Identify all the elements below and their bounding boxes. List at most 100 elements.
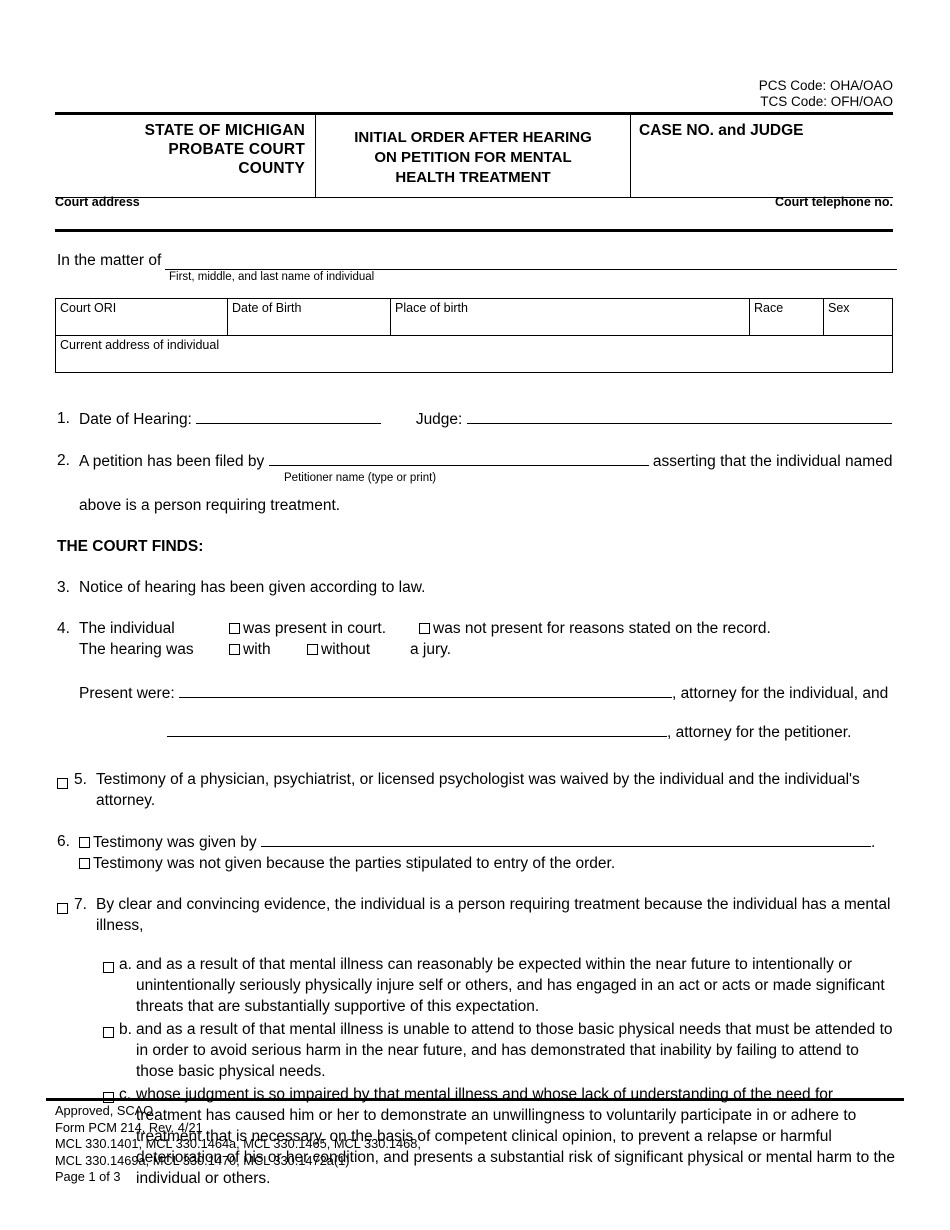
court-ori-cell[interactable]: Court ORI [56,299,228,336]
probate-court-label: PROBATE COURT [168,141,305,158]
checkbox-item-5[interactable] [57,778,68,789]
checkbox-was-not-present[interactable] [419,623,430,634]
footer-rule [46,1098,904,1101]
item-1: 1. Date of Hearing: Judge: [57,408,897,430]
place-of-birth-cell[interactable]: Place of birth [391,299,750,336]
date-of-birth-cell[interactable]: Date of Birth [228,299,391,336]
county-label: COUNTY [238,160,305,177]
checkbox-item-7b[interactable] [103,1027,114,1038]
sex-cell[interactable]: Sex [824,299,892,336]
attorney-petitioner-field[interactable] [167,721,667,737]
petition-asserting-text: asserting that the individual named [652,453,893,470]
item-1-number: 1. [57,410,70,427]
item-4: 4. The individual was present in court. … [57,618,897,743]
in-the-matter-of-block: In the matter of First, middle, and last… [57,252,897,284]
judge-label: Judge: [415,411,463,428]
race-cell[interactable]: Race [750,299,824,336]
in-the-matter-of-label: In the matter of [57,252,162,269]
was-not-present-label: was not present for reasons stated on th… [433,620,771,637]
item-4-individual-label: The individual [79,620,175,637]
testimony-given-label: Testimony was given by [93,834,257,851]
petition-filed-by-text: A petition has been filed by [79,453,265,470]
testimony-given-by-field[interactable] [261,831,871,847]
item-7c-letter: c. [119,1086,132,1103]
form-title-line3: HEALTH TREATMENT [395,169,551,186]
individual-info-table: Court ORI Date of Birth Place of birth R… [55,298,893,373]
court-address-label: Court address [55,195,140,209]
pcs-code: PCS Code: OHA/OAO [758,78,893,93]
date-of-hearing-label: Date of Hearing: [79,411,192,428]
checkbox-with-jury[interactable] [229,644,240,655]
footer-mcl-line2: MCL 330.1469a, MCL 330.1470, MCL 330.147… [55,1152,350,1168]
item-7-number: 7. [74,896,87,913]
case-number-cell[interactable]: CASE NO. and JUDGE [631,115,893,197]
individual-name-field[interactable] [165,252,897,270]
footer-approved: Approved, SCAO [55,1103,154,1118]
testimony-not-given-label: Testimony was not given because the part… [93,855,616,872]
race-label: Race [754,301,784,315]
info-header-row: Court ORI Date of Birth Place of birth R… [56,299,892,336]
footer-mcl-line1: MCL 330.1401, MCL 330.1464a, MCL 330.146… [55,1136,421,1151]
item-2-number: 2. [57,452,70,469]
footer-form-number: Form PCM 214, Rev. 4/21 [55,1119,203,1135]
item-5: 5. Testimony of a physician, psychiatris… [57,769,897,811]
checkbox-testimony-given[interactable] [79,837,90,848]
a-jury-label: a jury. [410,641,452,658]
header-bottom-rule [55,229,893,232]
was-present-label: was present in court. [243,620,387,637]
item-5-number: 5. [74,771,87,788]
item-6-number: 6. [57,833,70,850]
form-title-line2: ON PETITION FOR MENTAL [374,149,572,166]
with-jury-label: with [243,641,271,658]
caption-table: STATE OF MICHIGAN PROBATE COURT COUNTY I… [55,112,893,198]
item-5-text: Testimony of a physician, psychiatrist, … [96,771,860,809]
caption-row: STATE OF MICHIGAN PROBATE COURT COUNTY I… [55,115,893,197]
item-6-period: . [871,834,876,851]
item-7a-letter: a. [119,956,132,973]
code-block: PCS Code: OHA/OAO TCS Code: OFH/OAO [759,78,893,110]
item-2: 2. A petition has been filed by assertin… [57,450,897,516]
without-jury-label: without [321,641,371,658]
item-7b: b. and as a result of that mental illnes… [103,1019,897,1082]
attorney-petitioner-label: , attorney for the petitioner. [667,724,852,741]
court-finds-heading: THE COURT FINDS: [57,538,204,555]
item-7b-text: and as a result of that mental illness i… [136,1021,893,1080]
checkbox-testimony-not-given[interactable] [79,858,90,869]
case-number-label: CASE NO. and JUDGE [639,122,804,139]
item-7a: a. and as a result of that mental illnes… [103,954,897,1017]
item-3-number: 3. [57,579,70,596]
court-telephone-label: Court telephone no. [774,195,893,209]
attorney-individual-label: , attorney for the individual, and [671,685,889,702]
item-4-hearing-label: The hearing was [79,641,194,658]
individual-name-sublabel: First, middle, and last name of individu… [169,271,375,283]
item-7b-letter: b. [119,1021,132,1038]
tcs-code: TCS Code: OFH/OAO [760,94,893,109]
item-7a-text: and as a result of that mental illness c… [136,956,885,1015]
court-ori-label: Court ORI [60,301,117,315]
state-label: STATE OF MICHIGAN [144,122,305,139]
item-6: 6. Testimony was given by . Testimony wa… [57,831,897,874]
form-page: PCS Code: OHA/OAO TCS Code: OFH/OAO STAT… [0,0,950,1230]
checkbox-was-present[interactable] [229,623,240,634]
checkbox-without-jury[interactable] [307,644,318,655]
current-address-cell[interactable]: Current address of individual [56,336,892,372]
attorney-individual-field[interactable] [178,682,672,698]
footer-block: Approved, SCAO Form PCM 214, Rev. 4/21 M… [55,1103,421,1186]
item-7: 7. By clear and convincing evidence, the… [57,894,897,936]
judge-field[interactable] [466,408,892,424]
court-identity-cell: STATE OF MICHIGAN PROBATE COURT COUNTY [55,115,315,197]
item-4-number: 4. [57,620,70,637]
date-of-hearing-field[interactable] [196,408,382,424]
place-of-birth-label: Place of birth [395,301,468,315]
checkbox-item-7[interactable] [57,903,68,914]
info-address-row: Current address of individual [56,336,892,372]
current-address-label: Current address of individual [60,338,220,352]
checkbox-item-7a[interactable] [103,962,114,973]
item-3: 3. Notice of hearing has been given acco… [57,577,897,598]
present-were-label: Present were: [79,685,175,702]
form-title-line1: INITIAL ORDER AFTER HEARING [354,129,592,146]
court-address-strip: Court address Court telephone no. [55,195,893,209]
petitioner-name-field[interactable] [268,450,649,466]
form-body: 1. Date of Hearing: Judge: 2. A petition… [57,408,897,1189]
footer-page-number: Page 1 of 3 [55,1169,121,1184]
